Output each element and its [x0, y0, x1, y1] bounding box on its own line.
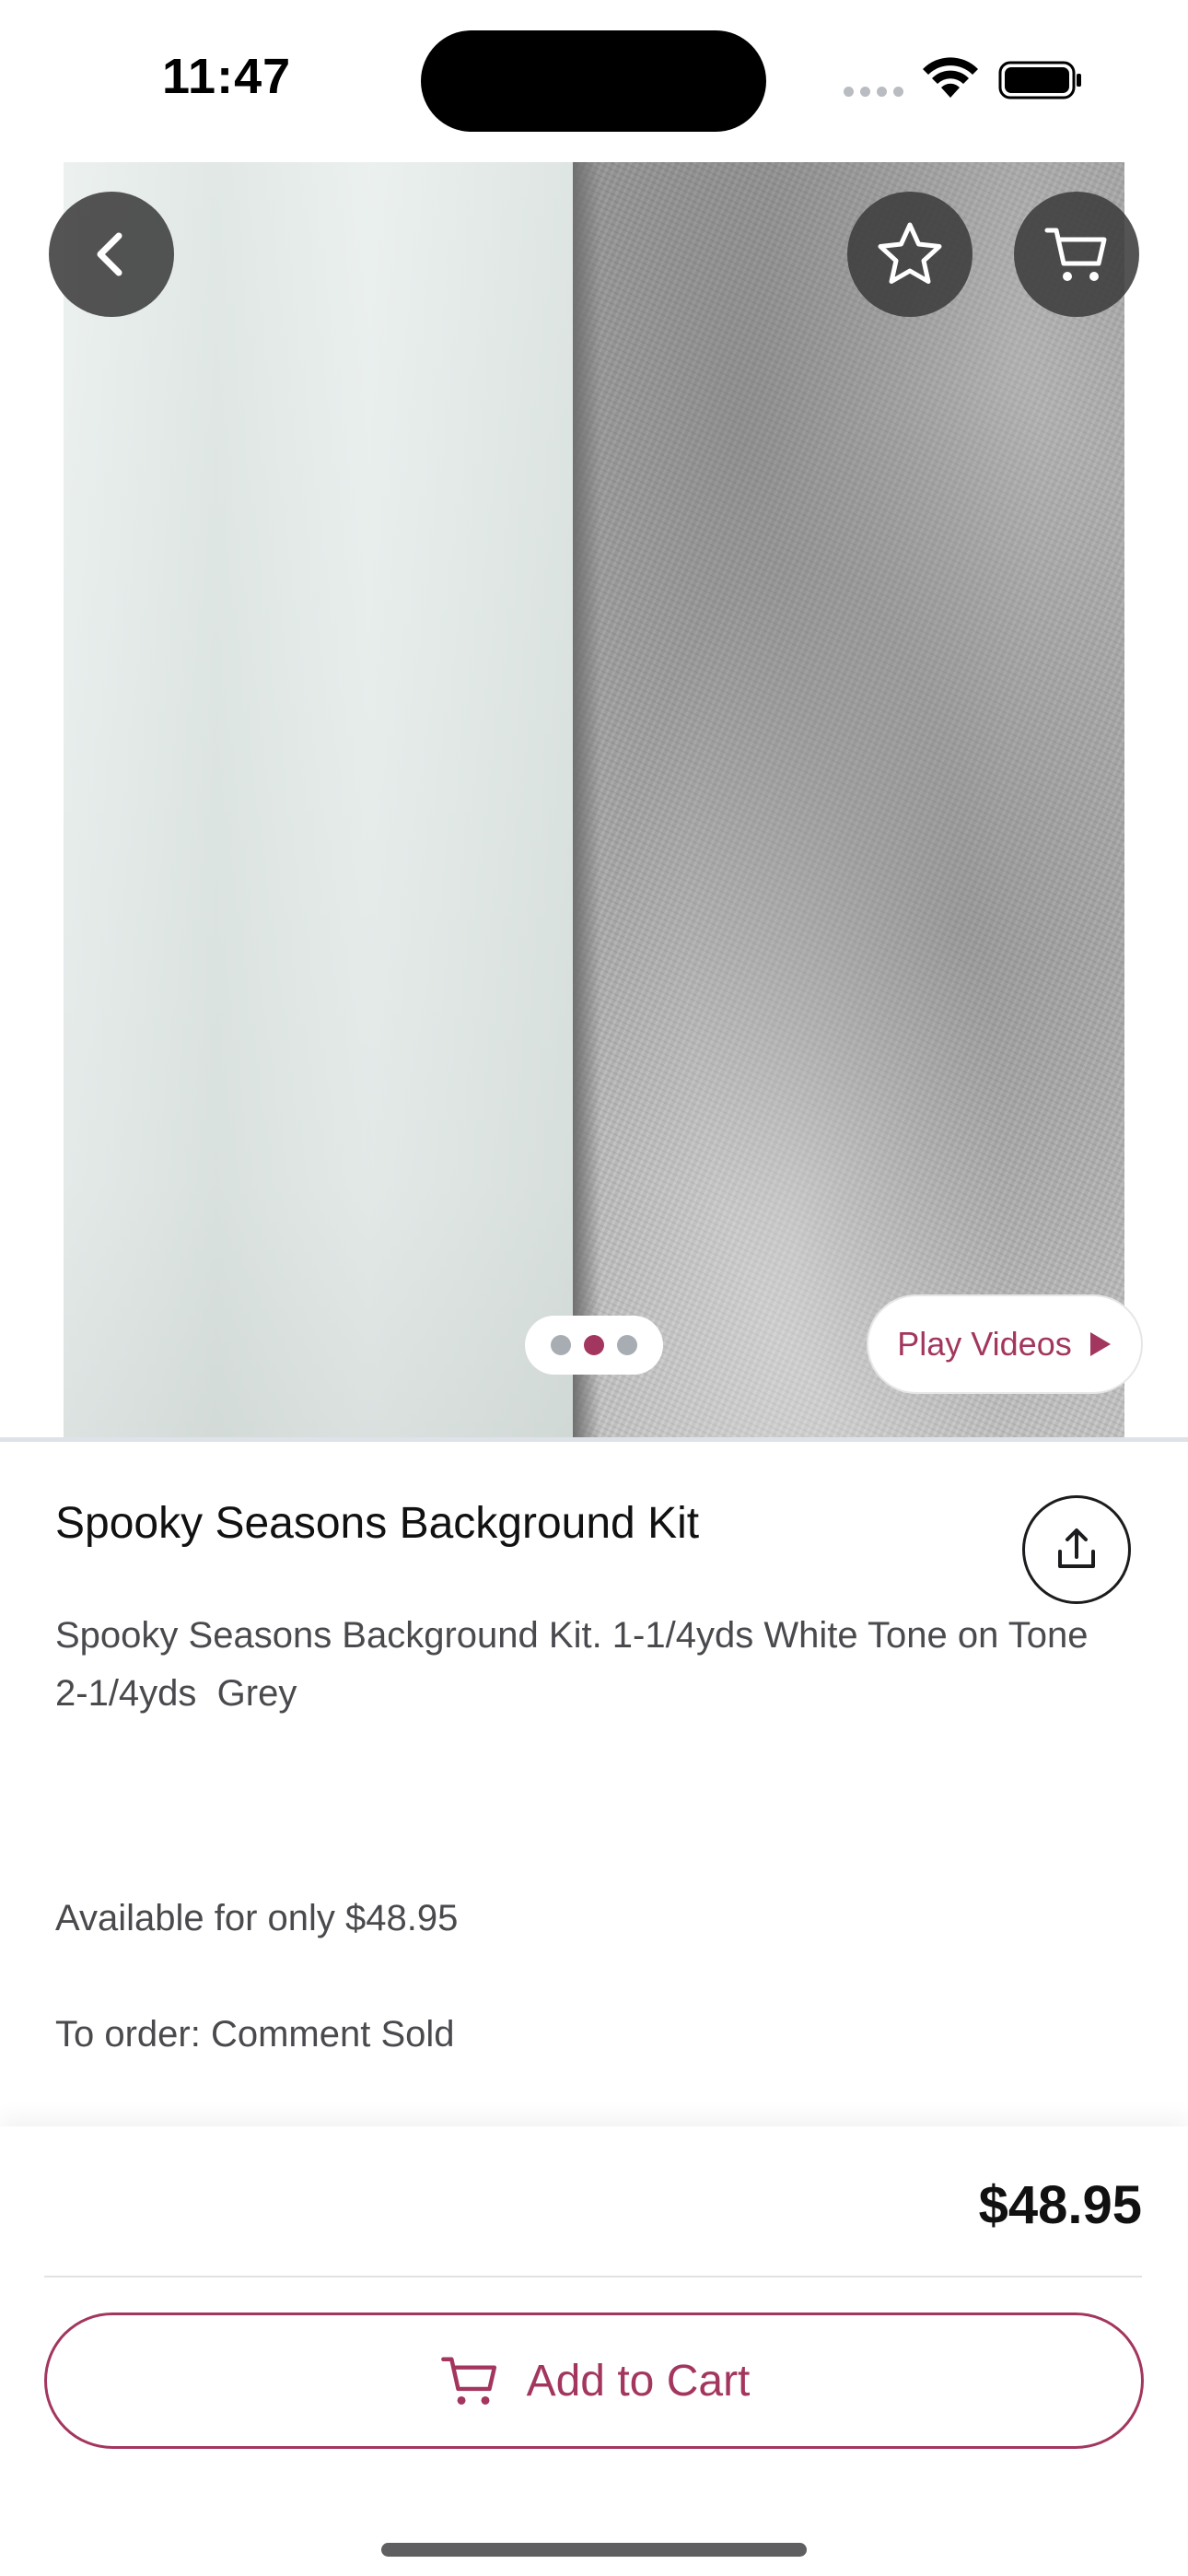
pager-dot[interactable]	[617, 1335, 637, 1355]
star-icon	[878, 222, 942, 284]
price-label: $48.95	[978, 2175, 1142, 2235]
add-to-cart-label: Add to Cart	[526, 2356, 751, 2406]
divider	[44, 2276, 1142, 2277]
product-title: Spooky Seasons Background Kit	[55, 1499, 700, 1548]
share-icon	[1058, 1528, 1095, 1568]
hero-divider	[0, 1437, 1188, 1442]
availability-text: Available for only $48.95	[55, 1898, 459, 1938]
chevron-left-icon	[97, 232, 122, 276]
cellular-signal-icon	[844, 87, 903, 97]
product-photo	[64, 162, 1124, 1439]
pager-dot-active[interactable]	[584, 1335, 604, 1355]
play-icon	[1089, 1332, 1111, 1356]
carousel-pager[interactable]	[525, 1316, 663, 1375]
play-videos-label: Play Videos	[897, 1325, 1072, 1363]
status-time: 11:47	[162, 49, 292, 104]
description-line: Spooky Seasons Background Kit. 1-1/4yds …	[55, 1615, 1089, 1656]
product-image-carousel[interactable]: Play Videos	[0, 162, 1188, 1439]
add-to-cart-button[interactable]: Add to Cart	[44, 2313, 1144, 2449]
dynamic-island	[421, 30, 766, 132]
share-button[interactable]	[1022, 1495, 1131, 1604]
favorite-button[interactable]	[847, 192, 973, 317]
play-videos-button[interactable]: Play Videos	[867, 1294, 1143, 1394]
status-bar: 11:47	[0, 0, 1188, 162]
description-line: 2-1/4yds Grey	[55, 1673, 297, 1714]
pager-dot[interactable]	[551, 1335, 571, 1355]
cart-icon	[440, 2357, 496, 2405]
fabric-grey-swatch	[573, 162, 1124, 1439]
cart-button[interactable]	[1014, 192, 1139, 317]
home-indicator[interactable]	[381, 2543, 807, 2557]
battery-icon	[998, 61, 1081, 100]
order-info-text: To order: Comment Sold	[55, 2014, 455, 2055]
purchase-panel: $48.95 Add to Cart	[0, 2126, 1188, 2576]
wifi-icon	[923, 57, 978, 98]
cart-icon	[1044, 228, 1107, 281]
back-button[interactable]	[49, 192, 174, 317]
product-description: Spooky Seasons Background Kit. 1-1/4yds …	[55, 1607, 1105, 1723]
fabric-white-swatch	[64, 162, 573, 1439]
